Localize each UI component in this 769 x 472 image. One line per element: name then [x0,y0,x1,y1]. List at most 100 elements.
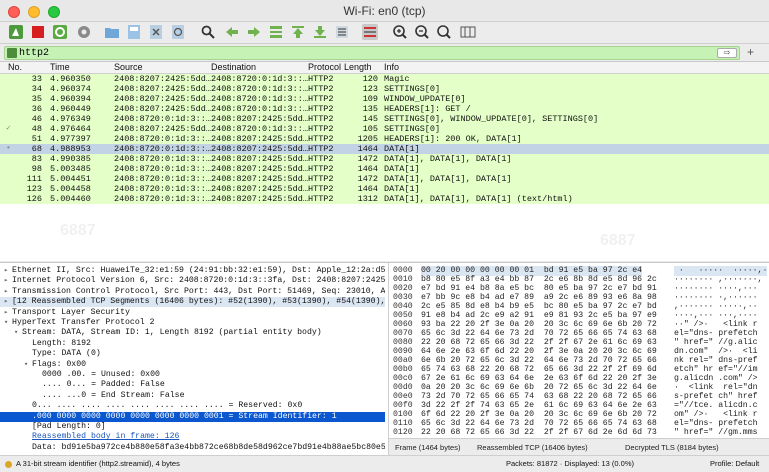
packet-row[interactable]: 34 4.960374 2408:8207:2425:5dd… 2408:8720:0… [0,84,769,94]
shark-fin-restart-icon[interactable] [52,24,68,40]
detail-tree-item[interactable]: .... 0... = Padded: False [0,380,385,390]
detail-tree-item[interactable]: Type: DATA (0) [0,349,385,359]
row-protocol: HTTP2 [308,84,334,94]
detail-tree-item[interactable]: ▸ Transmission Control Protocol, Src Port… [0,287,385,297]
add-filter-button-icon[interactable]: + [747,45,754,59]
column-protocol[interactable]: Protocol [308,62,341,72]
expanded-chevron-icon[interactable]: ▾ [4,318,12,328]
apply-filter-button[interactable]: ⇨ [717,48,737,58]
tab-decrypted-tls[interactable]: Decrypted TLS (8184 bytes) [625,442,765,454]
detail-tree-item[interactable]: 0... .... .... .... .... .... .... .... … [0,401,385,411]
reload-icon[interactable] [170,24,186,40]
row-protocol: HTTP2 [308,184,334,194]
search-icon[interactable] [200,24,216,40]
related-packet-mark [6,84,12,94]
detail-tree-item[interactable]: ▾ Flags: 0x00 [0,360,385,370]
packet-row[interactable]: 33 4.960350 2408:8207:2425:5dd… 2408:8720:0… [0,74,769,84]
collapsed-chevron-icon[interactable]: ▸ [4,308,12,318]
row-info: HEADERS[1]: 200 OK, DATA[1] [384,134,522,144]
save-file-icon[interactable] [126,24,142,40]
detail-text: [12 Reassembled TCP Segments (16406 byte… [12,297,385,307]
packet-row[interactable]: 111 5.004451 2408:8720:0:1d:3::… 2408:8207:… [0,174,769,184]
status-bar: A 31-bit stream identifier (http2.stream… [0,455,769,472]
shark-fin-start-icon[interactable] [8,24,24,40]
go-last-icon[interactable] [312,24,328,40]
display-filter-input[interactable] [19,47,709,59]
detail-text: Transport Layer Security [12,307,130,317]
row-info: DATA[1] [384,144,420,154]
collapsed-chevron-icon[interactable]: ▸ [4,276,12,286]
reassembled-frame-link[interactable]: Reassembled body in frame: 126 [32,432,179,441]
detail-tree-item[interactable]: ▾ Stream: DATA, Stream ID: 1, Length 8192… [0,328,385,338]
go-to-packet-icon[interactable] [268,24,284,40]
detail-tree-item[interactable]: Reassembled body in frame: 126 [0,432,385,442]
expanded-chevron-icon[interactable]: ▾ [24,360,32,370]
row-source: 2408:8207:2425:5dd… [114,124,211,134]
row-time: 4.976464 [50,124,91,134]
open-folder-icon[interactable] [104,24,120,40]
bookmark-icon[interactable] [7,48,17,58]
detail-text: [Pad Length: 0] [32,422,106,431]
hex-row[interactable]: 0120 22 20 68 72 65 66 3d 22 2f 2f 67 6d … [389,428,769,438]
column-time[interactable]: Time [50,62,70,72]
row-destination: 2408:8207:2425:5dd… [211,174,308,184]
column-destination[interactable]: Destination [211,62,256,72]
tab-reassembled-tcp[interactable]: Reassembled TCP (16406 bytes) [477,442,622,454]
packet-bytes-pane: 0000 00 20 00 00 00 00 00 01 bd 91 e5 ba … [388,263,769,438]
column-no[interactable]: No. [8,62,22,72]
detail-tree-item[interactable]: 0000 .00. = Unused: 0x00 [0,370,385,380]
detail-tree-item[interactable]: ▸ Ethernet II, Src: HuaweiTe_32:e1:59 (24… [0,266,385,276]
detail-tree-item[interactable]: [Pad Length: 0] [0,422,385,432]
stop-square-icon[interactable] [30,24,46,40]
expanded-chevron-icon[interactable]: ▾ [14,328,22,338]
row-no: 126 [26,194,42,204]
column-length[interactable]: Length [344,62,372,72]
auto-scroll-icon[interactable] [334,24,350,40]
packet-row[interactable]: 98 5.003485 2408:8720:0:1d:3::… 2408:8207:2… [0,164,769,174]
detail-tree-item[interactable]: .000 0000 0000 0000 0000 0000 0000 0001 … [0,411,385,422]
detail-tree-item[interactable]: ▸ Internet Protocol Version 6, Src: 2408:… [0,276,385,286]
zoom-in-icon[interactable] [392,24,408,40]
tab-frame[interactable]: Frame (1464 bytes) [395,442,487,454]
packet-row[interactable]: 83 4.990385 2408:8720:0:1d:3::… 2408:8207:2… [0,154,769,164]
detail-tree-item[interactable]: ▸ [12 Reassembled TCP Segments (16406 byt… [0,297,385,308]
expert-info-icon[interactable] [5,461,12,468]
go-forward-arrow-icon[interactable] [246,24,262,40]
capture-options-gear-icon[interactable] [76,24,92,40]
packet-row[interactable]: ✓ 48 4.976464 2408:8207:2425:5dd… 2408:8720:… [0,124,769,134]
row-destination: 2408:8207:2425:5dd… [211,144,308,154]
column-info[interactable]: Info [384,62,399,72]
zoom-normal-icon[interactable] [436,24,452,40]
status-profile[interactable]: Profile: Default [710,456,759,472]
detail-tree-item[interactable]: Length: 8192 [0,339,385,349]
resize-columns-icon[interactable] [460,24,476,40]
packet-list: No. Time Source Destination Protocol Len… [0,61,769,261]
packet-row[interactable]: 35 4.960394 2408:8207:2425:5dd… 2408:8720:0… [0,94,769,104]
status-packets: Packets: 81872 · Displayed: 13 (0.0%) [506,459,634,468]
packet-row[interactable]: 123 5.004458 2408:8720:0:1d:3::… 2408:8207:… [0,184,769,194]
row-no: 46 [31,114,42,124]
collapsed-chevron-icon[interactable]: ▸ [4,287,12,297]
row-time: 4.960394 [50,94,91,104]
packet-row[interactable]: 126 5.004460 2408:8720:0:1d:3::… 2408:8207:… [0,194,769,204]
close-file-icon[interactable] [148,24,164,40]
detail-tree-item[interactable]: ▾ HyperText Transfer Protocol 2 [0,318,385,328]
zoom-out-icon[interactable] [414,24,430,40]
colorize-icon[interactable] [362,24,378,40]
go-first-icon[interactable] [290,24,306,40]
packet-row[interactable]: • 68 4.988953 2408:8720:0:1d:3::… 2408:8207:… [0,144,769,154]
detail-text: .... 0... = Padded: False [42,380,165,390]
bytes-tabs: Frame (1464 bytes) Reassembled TCP (1640… [388,438,769,456]
collapsed-chevron-icon[interactable]: ▸ [4,297,12,307]
related-packet-mark [6,104,12,114]
column-source[interactable]: Source [114,62,143,72]
detail-tree-item[interactable]: ▸ Transport Layer Security [0,308,385,318]
go-back-arrow-icon[interactable] [224,24,240,40]
packet-row[interactable]: 46 4.976349 2408:8720:0:1d:3::… 2408:8207:2… [0,114,769,124]
packet-row[interactable]: 36 4.960449 2408:8207:2425:5dd… 2408:8720:0… [0,104,769,114]
detail-tree-item[interactable]: .... ...0 = End Stream: False [0,391,385,401]
collapsed-chevron-icon[interactable]: ▸ [4,266,12,276]
packet-row[interactable]: 51 4.977397 2408:8720:0:1d:3::… 2408:8207:2… [0,134,769,144]
detail-tree-item[interactable]: Data: bd91e5ba972ce4b880e58fa3e4bb872ce6… [0,443,385,453]
related-packet-mark: ✓ [6,124,11,133]
